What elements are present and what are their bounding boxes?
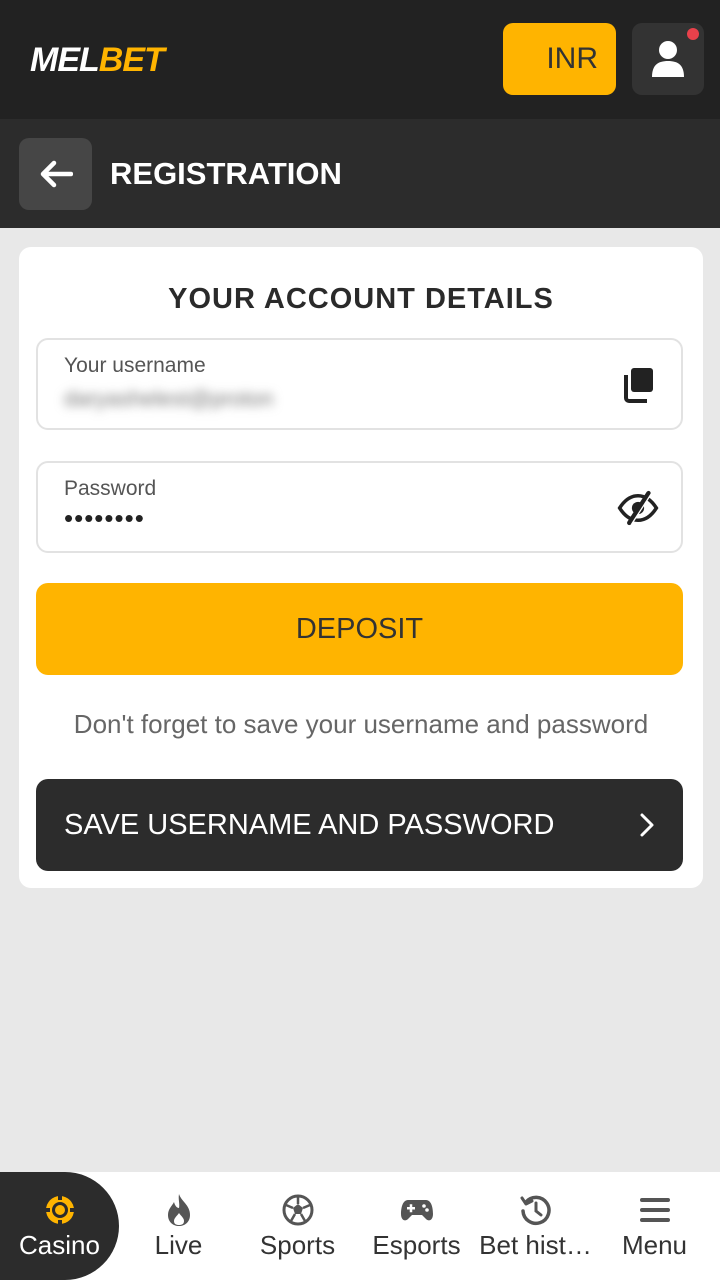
user-account-button[interactable] [632,23,704,95]
nav-label-sports: Sports [259,1230,336,1260]
save-username-password-button[interactable]: SAVE USERNAME AND PASSWORD [36,779,683,871]
nav-item-menu[interactable]: Menu [595,1172,714,1280]
casino-chip-icon [42,1192,78,1228]
user-icon [652,41,684,77]
sub-header: REGISTRATION [0,119,720,228]
save-credentials-hint: Don't forget to save your username and p… [73,709,649,739]
password-label: Password [64,477,157,500]
nav-label-live: Live [154,1230,203,1260]
nav-item-casino[interactable]: Casino [0,1172,119,1280]
gamepad-icon [399,1192,435,1228]
nav-label-esports: Esports [372,1230,461,1260]
account-details-card: YOUR ACCOUNT DETAILS Your username darya… [19,247,703,888]
melbet-logo[interactable]: MELBET [30,40,165,80]
save-button-label: SAVE USERNAME AND PASSWORD [64,808,555,841]
nav-item-esports[interactable]: Esports [357,1172,476,1280]
currency-button[interactable]: INR [503,23,616,95]
eye-off-icon [617,490,659,526]
nav-item-bet-history[interactable]: Bet hist… [476,1172,595,1280]
page-title: REGISTRATION [110,156,342,191]
nav-label-casino: Casino [19,1230,100,1260]
nav-item-sports[interactable]: Sports [238,1172,357,1280]
menu-icon [637,1192,673,1228]
deposit-button[interactable]: DEPOSIT [36,583,683,675]
card-title: YOUR ACCOUNT DETAILS [168,283,554,315]
arrow-left-icon [40,160,73,188]
chevron-right-icon [640,813,654,837]
top-header: MELBET INR [0,0,720,119]
flame-icon [161,1192,197,1228]
username-value: daryashelest@proton [64,386,274,411]
logo-part-mel: MEL [30,41,100,79]
copy-button[interactable] [617,364,659,406]
toggle-password-visibility[interactable] [617,487,659,529]
nav-item-live[interactable]: Live [119,1172,238,1280]
bottom-navigation: Casino Live Sports Esports Bet hist… Men… [0,1172,720,1280]
copy-icon [624,368,653,403]
notification-dot [687,28,699,40]
back-button[interactable] [19,138,92,210]
password-value: •••••••• [64,503,145,533]
soccer-ball-icon [280,1192,316,1228]
username-label: Your username [64,354,206,377]
history-icon [518,1192,554,1228]
password-field[interactable]: Password •••••••• [36,461,683,553]
username-field[interactable]: Your username daryashelest@proton [36,338,683,430]
logo-part-bet: BET [98,41,165,79]
nav-label-menu: Menu [621,1230,688,1260]
nav-label-bet-history: Bet hist… [479,1230,592,1260]
